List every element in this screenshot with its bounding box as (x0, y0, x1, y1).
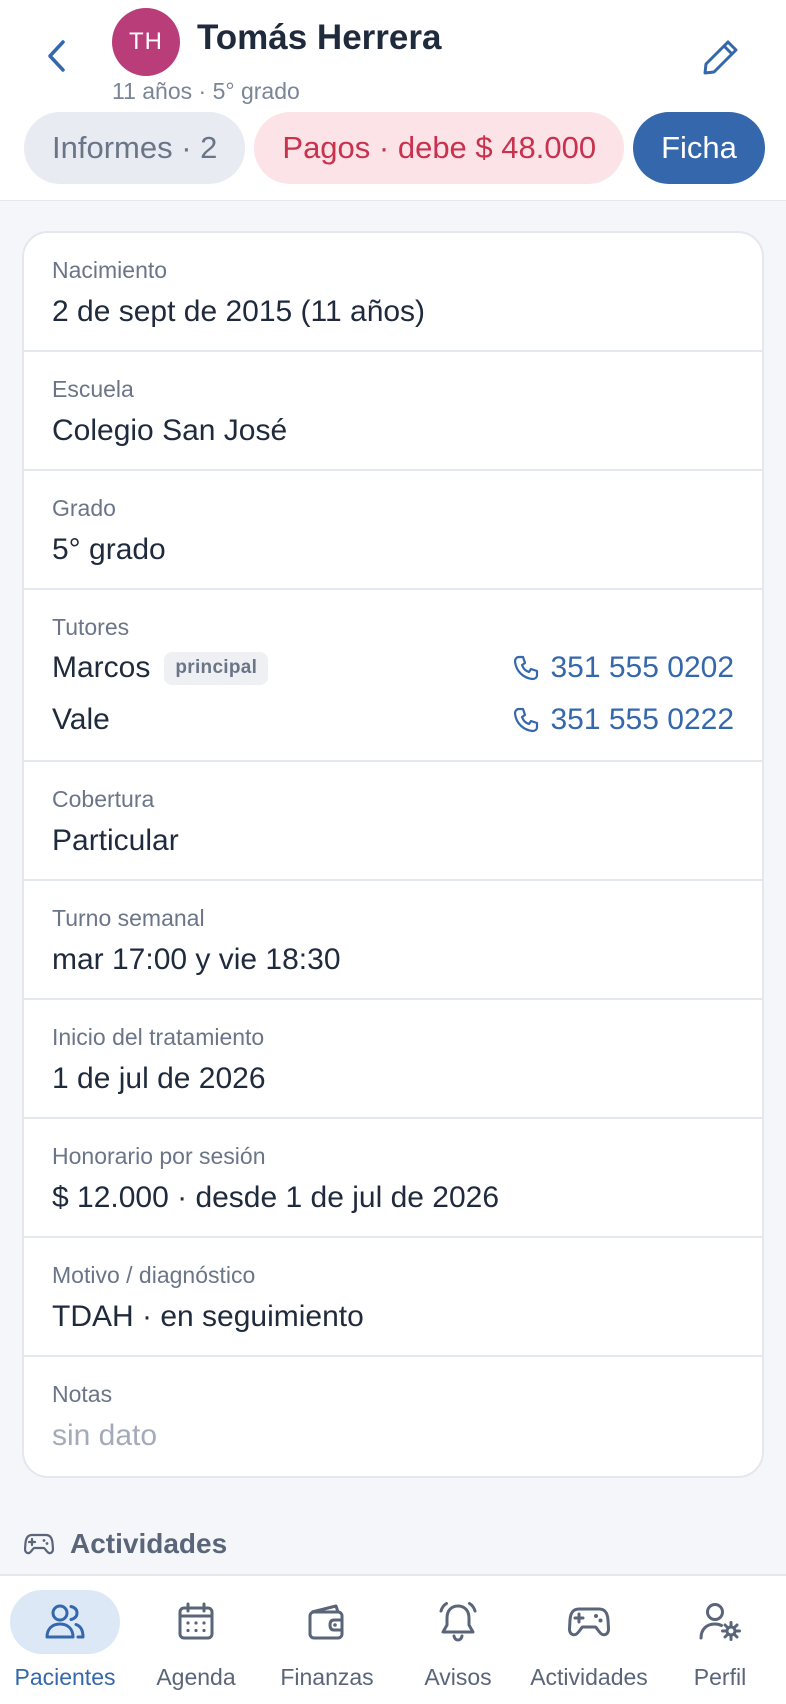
detail-value: mar 17:00 y vie 18:30 (52, 943, 341, 976)
detail-label: Turno semanal (52, 905, 205, 931)
detail-row-nacimiento: Nacimiento 2 de sept de 2015 (11 años) (24, 233, 762, 352)
tab-bar: Informes · 2 Pagos · debe $ 48.000 Ficha (24, 112, 765, 184)
chevron-left-icon (48, 40, 65, 72)
bottom-navigation: Pacientes Agenda Finanzas Avisos Activid… (0, 1574, 786, 1704)
tutor-name: Vale (52, 703, 110, 736)
nav-icon-container (141, 1590, 251, 1654)
nav-icon-container (10, 1590, 120, 1654)
wallet-icon (308, 1604, 344, 1640)
detail-row-tutores: Tutores Marcos principal 351 555 0202 Va… (24, 590, 762, 762)
edit-button[interactable] (698, 34, 744, 80)
patient-details-card: Nacimiento 2 de sept de 2015 (11 años) E… (22, 231, 764, 1478)
nav-item-actividades[interactable]: Actividades (524, 1590, 654, 1700)
detail-row-grado: Grado 5° grado (24, 471, 762, 590)
tutor-item: Vale 351 555 0222 (52, 700, 734, 740)
nav-item-agenda[interactable]: Agenda (131, 1590, 261, 1700)
detail-label: Inicio del tratamiento (52, 1024, 265, 1050)
tab-informes-label: Informes · 2 (52, 130, 218, 165)
nav-label: Avisos (424, 1664, 492, 1690)
nav-icon-container (665, 1590, 775, 1654)
nav-item-finanzas[interactable]: Finanzas (262, 1590, 392, 1700)
nav-item-avisos[interactable]: Avisos (393, 1590, 523, 1700)
back-button[interactable] (36, 34, 76, 78)
tab-informes[interactable]: Informes · 2 (24, 112, 246, 184)
avatar-initials: TH (129, 28, 163, 55)
detail-label: Escuela (52, 376, 134, 402)
tutor-phone-link[interactable]: 351 555 0222 (512, 703, 734, 737)
patient-detail-screen: TH Tomás Herrera 11 años · 5° grado Info… (0, 0, 786, 1704)
patient-name: Tomás Herrera (197, 18, 442, 57)
principal-badge: principal (164, 651, 269, 685)
detail-label: Honorario por sesión (52, 1143, 266, 1169)
patient-subtitle: 11 años · 5° grado (112, 78, 300, 104)
detail-value: TDAH · en seguimiento (52, 1300, 364, 1333)
nav-label: Finanzas (280, 1664, 374, 1690)
nav-label: Perfil (693, 1664, 747, 1690)
detail-row-notas: Notas sin dato (24, 1357, 762, 1476)
avatar: TH (112, 8, 180, 76)
nav-item-perfil[interactable]: Perfil (655, 1590, 785, 1700)
detail-value: 5° grado (52, 533, 166, 566)
tab-ficha[interactable]: Ficha (633, 112, 765, 184)
detail-value: Colegio San José (52, 414, 288, 447)
detail-value: Particular (52, 824, 179, 857)
nav-item-pacientes[interactable]: Pacientes (0, 1590, 130, 1700)
tutor-phone: 351 555 0222 (550, 703, 734, 736)
nav-icon-container (272, 1590, 382, 1654)
app-header: TH Tomás Herrera 11 años · 5° grado Info… (0, 0, 786, 201)
bell-icon (439, 1602, 477, 1642)
detail-label: Grado (52, 495, 116, 521)
section-title: Actividades (70, 1528, 228, 1559)
detail-value: sin dato (52, 1419, 158, 1452)
detail-row-motivo: Motivo / diagnóstico TDAH · en seguimien… (24, 1238, 762, 1357)
detail-label: Notas (52, 1381, 113, 1407)
pencil-icon (703, 40, 738, 75)
nav-icon-container (403, 1590, 513, 1654)
detail-label: Motivo / diagnóstico (52, 1262, 256, 1288)
nav-label: Pacientes (14, 1664, 116, 1690)
tutor-item: Marcos principal 351 555 0202 (52, 648, 734, 688)
nav-icon-container (534, 1590, 644, 1654)
section-actividades: Actividades (24, 1526, 227, 1562)
tab-pagos-label: Pagos · debe $ 48.000 (282, 130, 597, 165)
tutor-name-group: Marcos principal (52, 651, 269, 685)
phone-icon (514, 655, 539, 681)
tutor-name-group: Vale (52, 703, 110, 737)
detail-label: Nacimiento (52, 257, 168, 283)
phone-icon (514, 707, 539, 733)
detail-value: 2 de sept de 2015 (11 años) (52, 295, 426, 328)
detail-label: Cobertura (52, 786, 155, 812)
tab-ficha-label: Ficha (661, 130, 737, 165)
detail-row-honorario: Honorario por sesión $ 12.000 · desde 1 … (24, 1119, 762, 1238)
calendar-icon (178, 1602, 214, 1640)
detail-row-turno: Turno semanal mar 17:00 y vie 18:30 (24, 881, 762, 1000)
tutor-phone-link[interactable]: 351 555 0202 (512, 651, 734, 685)
tab-pagos[interactable]: Pagos · debe $ 48.000 (254, 112, 625, 184)
user-settings-icon (699, 1603, 741, 1641)
detail-value: $ 12.000 · desde 1 de jul de 2026 (52, 1181, 500, 1214)
detail-value: 1 de jul de 2026 (52, 1062, 266, 1095)
detail-row-escuela: Escuela Colegio San José (24, 352, 762, 471)
gamepad-icon (24, 1533, 54, 1555)
gamepad-icon (568, 1607, 610, 1637)
tutor-phone: 351 555 0202 (550, 651, 734, 684)
detail-row-inicio: Inicio del tratamiento 1 de jul de 2026 (24, 1000, 762, 1119)
tutor-name: Marcos (52, 651, 151, 684)
detail-row-cobertura: Cobertura Particular (24, 762, 762, 881)
users-icon (45, 1604, 85, 1639)
nav-label: Agenda (156, 1664, 236, 1690)
detail-label: Tutores (52, 614, 130, 640)
nav-label: Actividades (530, 1664, 648, 1690)
